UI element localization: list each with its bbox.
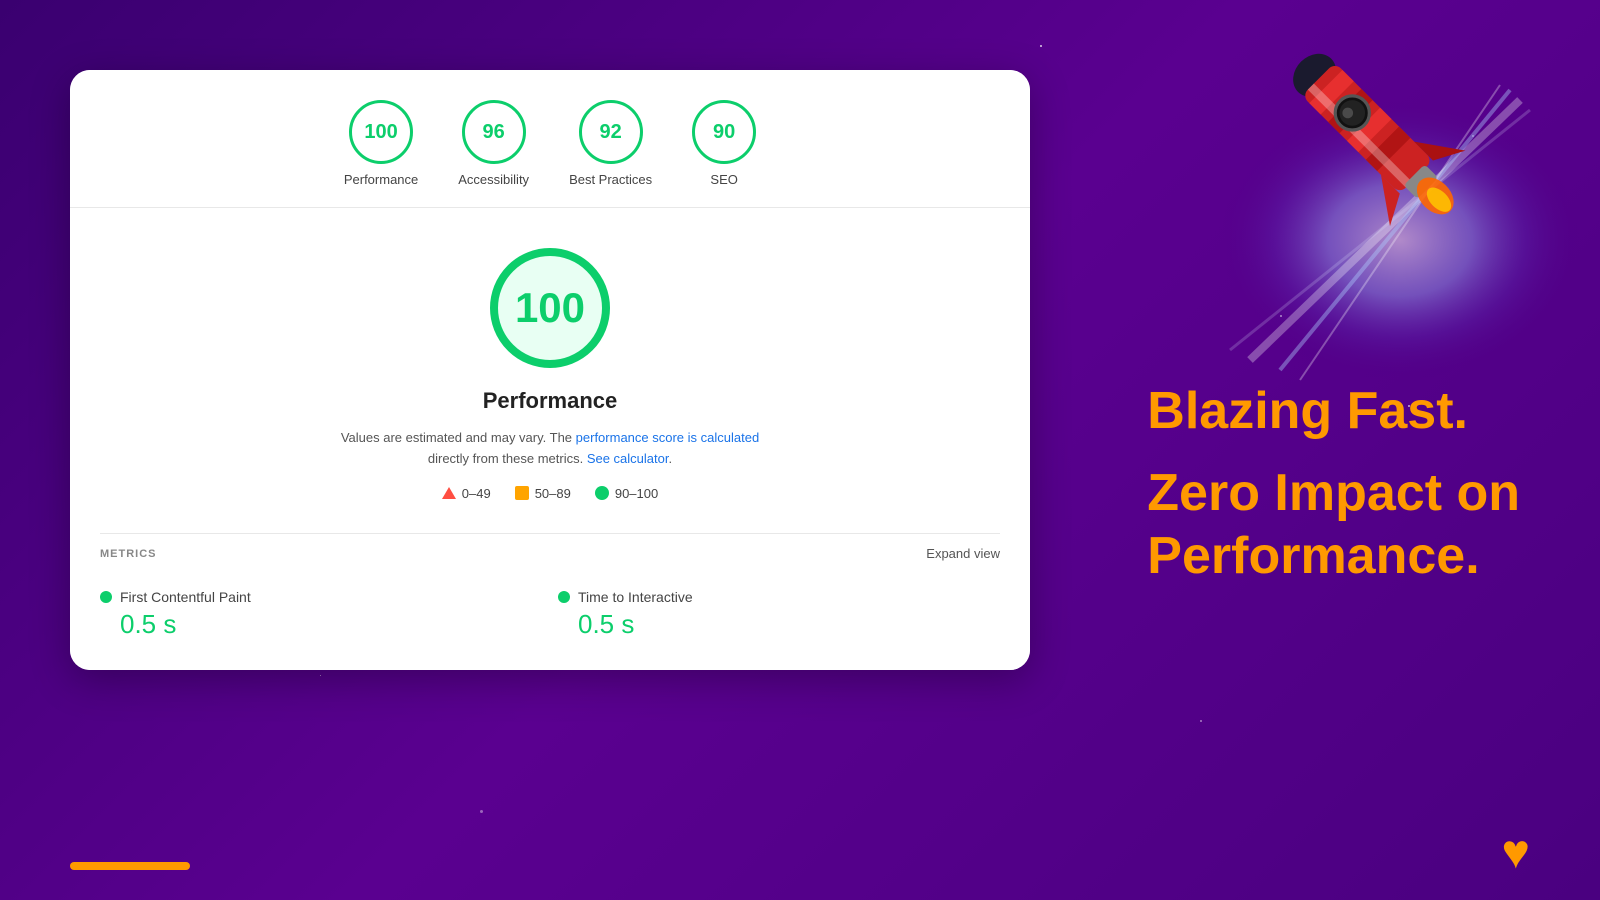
heart-icon: ♥ bbox=[1502, 825, 1531, 880]
rocket-image bbox=[1230, 0, 1550, 320]
score-label-seo: SEO bbox=[710, 172, 737, 187]
score-row: 100 Performance 96 Accessibility 92 Best… bbox=[70, 70, 1030, 208]
main-score-circle: 100 bbox=[490, 248, 610, 368]
legend-circle-icon bbox=[595, 486, 609, 500]
perf-score-link[interactable]: performance score is calculated bbox=[576, 430, 760, 445]
legend-triangle-icon bbox=[442, 487, 456, 499]
metric-fcp-dot bbox=[100, 591, 112, 603]
metric-tti-dot bbox=[558, 591, 570, 603]
metrics-label: METRICS bbox=[100, 548, 157, 560]
metric-tti-value: 0.5 s bbox=[558, 609, 1000, 640]
zero-impact-text: Zero Impact on Performance. bbox=[1147, 462, 1520, 587]
score-circle-performance: 100 bbox=[349, 100, 413, 164]
metric-fcp-value: 0.5 s bbox=[100, 609, 542, 640]
legend-item-high: 90–100 bbox=[595, 486, 658, 501]
legend-square-icon bbox=[515, 486, 529, 500]
score-label-best-practices: Best Practices bbox=[569, 172, 652, 187]
metric-fcp-header: First Contentful Paint bbox=[100, 589, 542, 605]
score-label-accessibility: Accessibility bbox=[458, 172, 529, 187]
score-item-accessibility: 96 Accessibility bbox=[458, 100, 529, 187]
blazing-fast-text: Blazing Fast. bbox=[1147, 380, 1520, 442]
score-circle-best-practices: 92 bbox=[579, 100, 643, 164]
legend-item-mid: 50–89 bbox=[515, 486, 571, 501]
metrics-grid: First Contentful Paint 0.5 s Time to Int… bbox=[100, 589, 1000, 640]
metric-tti-header: Time to Interactive bbox=[558, 589, 1000, 605]
main-content-area: 100 Performance Values are estimated and… bbox=[70, 208, 1030, 521]
score-label-performance: Performance bbox=[344, 172, 418, 187]
metric-tti-name: Time to Interactive bbox=[578, 589, 693, 605]
score-circle-accessibility: 96 bbox=[462, 100, 526, 164]
metric-tti: Time to Interactive 0.5 s bbox=[558, 589, 1000, 640]
score-item-performance: 100 Performance bbox=[344, 100, 418, 187]
legend-item-low: 0–49 bbox=[442, 486, 491, 501]
calculator-link[interactable]: See calculator bbox=[587, 451, 669, 466]
expand-view-button[interactable]: Expand view bbox=[926, 546, 1000, 561]
main-card: 100 Performance 96 Accessibility 92 Best… bbox=[70, 70, 1030, 670]
score-circle-seo: 90 bbox=[692, 100, 756, 164]
right-content: Blazing Fast. Zero Impact on Performance… bbox=[1147, 380, 1520, 587]
metric-fcp: First Contentful Paint 0.5 s bbox=[100, 589, 542, 640]
score-item-best-practices: 92 Best Practices bbox=[569, 100, 652, 187]
score-item-seo: 90 SEO bbox=[692, 100, 756, 187]
performance-description: Values are estimated and may vary. The p… bbox=[340, 428, 760, 470]
performance-title: Performance bbox=[483, 388, 618, 414]
metric-fcp-name: First Contentful Paint bbox=[120, 589, 251, 605]
metrics-header: METRICS Expand view bbox=[100, 533, 1000, 573]
bottom-decorative-bar bbox=[70, 862, 190, 870]
metrics-section: METRICS Expand view First Contentful Pai… bbox=[70, 517, 1030, 670]
score-legend: 0–49 50–89 90–100 bbox=[442, 486, 658, 501]
